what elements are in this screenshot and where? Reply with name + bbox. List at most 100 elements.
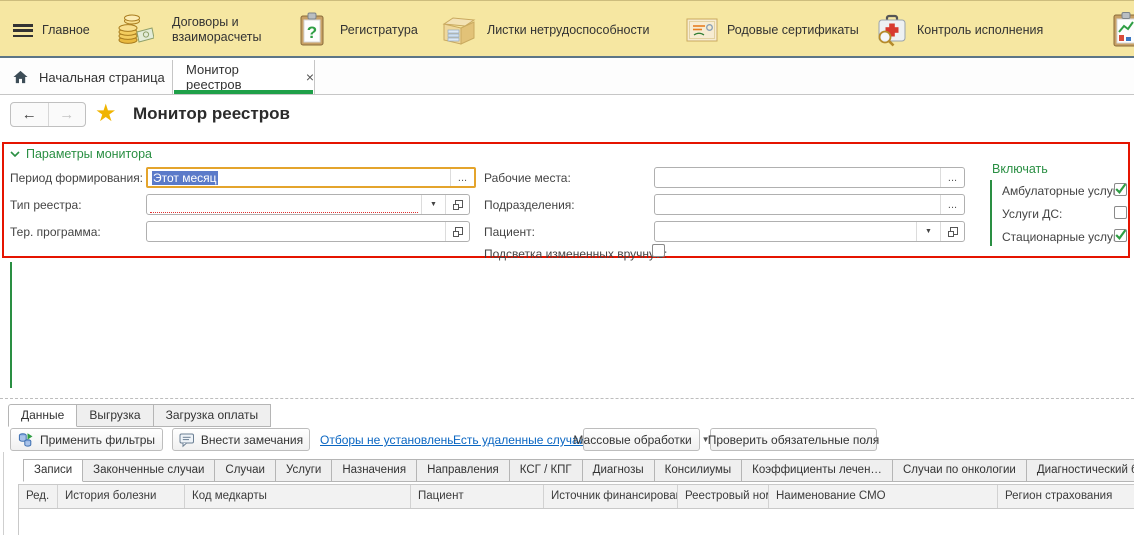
first-aid-control-icon <box>873 11 911 49</box>
monitor-parameters-panel: Параметры монитора Период формирования:Э… <box>2 142 1130 258</box>
include-stationary-services-checkbox[interactable] <box>1114 229 1127 242</box>
include-ds-services-checkbox[interactable] <box>1114 206 1127 219</box>
column-header-6[interactable]: Наименование СМО <box>769 485 998 508</box>
table-header-row: Ред.История болезниКод медкартыПациентИс… <box>18 484 1134 509</box>
mass-processing-button[interactable]: Массовые обработки ▼ <box>583 428 700 451</box>
field-patient-dropdown-button[interactable]: ▼ <box>916 222 940 241</box>
field-workplaces-input[interactable] <box>655 168 940 187</box>
subtab-9[interactable]: Коэффициенты лечен… <box>742 459 893 482</box>
section-execution-control-label: Контроль исполнения <box>917 23 1043 38</box>
subtab-4[interactable]: Назначения <box>332 459 417 482</box>
section-contracts[interactable]: Договоры и взаиморасчеты <box>116 1 292 59</box>
sick-leave-icon <box>440 11 478 49</box>
column-header-7[interactable]: Регион страхования <box>998 485 1134 508</box>
section-main-label: Главное <box>42 23 90 38</box>
workspace-tab-2[interactable]: Загрузка оплаты <box>154 404 272 427</box>
field-patient-label: Пациент: <box>484 225 535 239</box>
field-registry-type-open-button[interactable] <box>445 195 469 214</box>
subtab-6[interactable]: КСГ / КПГ <box>510 459 583 482</box>
field-registry-type-dropdown-button[interactable]: ▼ <box>421 195 445 214</box>
field-ter-program-open-button[interactable] <box>445 222 469 241</box>
section-birth-certificates[interactable]: Родовые сертификаты <box>683 1 859 59</box>
history-nav: ← → <box>10 102 86 127</box>
section-registry-office-label: Регистратура <box>340 23 418 38</box>
main-menu-icon[interactable] <box>13 24 33 38</box>
section-birth-certificates-label: Родовые сертификаты <box>727 23 859 38</box>
include-ambulatory-services-checkbox[interactable] <box>1114 183 1127 196</box>
table-body <box>18 509 1134 535</box>
section-next[interactable] <box>1108 1 1134 59</box>
subtab-11[interactable]: Диагностический блок <box>1027 459 1134 482</box>
subtab-8[interactable]: Консилиумы <box>655 459 743 482</box>
subtab-10[interactable]: Случаи по онкологии <box>893 459 1027 482</box>
include-ambulatory-services-label: Амбулаторные услуги: <box>1002 184 1127 198</box>
field-workplaces-more-button[interactable]: ... <box>940 168 964 187</box>
section-contracts-label: Договоры и взаиморасчеты <box>172 15 292 45</box>
active-tab-indicator <box>174 90 313 94</box>
active-tab-label: Монитор реестров <box>186 62 297 92</box>
field-ter-program <box>146 221 470 242</box>
subtab-7[interactable]: Диагнозы <box>583 459 655 482</box>
field-departments-input[interactable] <box>655 195 940 214</box>
include-group-border <box>990 180 992 246</box>
column-header-5[interactable]: Реестровый ном… <box>678 485 769 508</box>
add-remarks-label: Внести замечания <box>201 433 303 447</box>
check-required-fields-label: Проверить обязательные поля <box>708 433 880 447</box>
subtab-0[interactable]: Записи <box>23 459 83 482</box>
tab-registry-monitor[interactable]: Монитор реестров × <box>172 60 315 94</box>
collapse-chevron-icon <box>10 151 20 157</box>
column-header-0[interactable]: Ред. <box>19 485 58 508</box>
include-group-title: Включать <box>992 162 1048 176</box>
speech-bubble-icon <box>179 432 195 448</box>
field-period-input[interactable]: Этот месяц <box>148 169 450 186</box>
section-registry-office[interactable]: ?Регистратура <box>293 1 418 59</box>
column-header-3[interactable]: Пациент <box>411 485 544 508</box>
field-workplaces-label: Рабочие места: <box>484 171 571 185</box>
forward-button[interactable]: → <box>49 103 86 126</box>
favorite-star-icon[interactable]: ★ <box>95 99 117 128</box>
apply-filters-button[interactable]: Применить фильтры <box>10 428 163 451</box>
panel-splitter[interactable] <box>0 398 1134 399</box>
highlight-manual-label: Подсветка измененных вручную: <box>484 247 667 261</box>
field-patient-input[interactable] <box>655 222 916 241</box>
column-header-4[interactable]: Источник финансирования <box>544 485 678 508</box>
field-patient-open-button[interactable] <box>940 222 964 241</box>
subtab-2[interactable]: Случаи <box>215 459 276 482</box>
column-header-1[interactable]: История болезни <box>58 485 185 508</box>
back-button[interactable]: ← <box>11 103 49 126</box>
deleted-cases-link[interactable]: Есть удаленные случаи <box>453 433 585 447</box>
records-table: Ред.История болезниКод медкартыПациентИс… <box>18 484 1134 535</box>
workspace-tab-0[interactable]: Данные <box>8 404 77 427</box>
subtab-3[interactable]: Услуги <box>276 459 332 482</box>
column-header-2[interactable]: Код медкарты <box>185 485 411 508</box>
home-tab-label: Начальная страница <box>39 70 165 85</box>
workspace-tab-1[interactable]: Выгрузка <box>77 404 153 427</box>
field-period-label: Период формирования: <box>10 171 143 185</box>
highlight-manual-checkbox[interactable] <box>652 244 665 257</box>
field-registry-type-input[interactable] <box>147 195 421 214</box>
parameters-group-left-border <box>10 262 12 388</box>
include-stationary-services-label: Стационарные услуги: <box>1002 230 1127 244</box>
field-period-value: Этот месяц <box>152 171 218 185</box>
field-period: Этот месяц... <box>146 167 476 188</box>
section-main[interactable]: Главное <box>42 1 90 59</box>
page-title: Монитор реестров <box>133 104 290 124</box>
field-workplaces: ... <box>654 167 965 188</box>
subtab-5[interactable]: Направления <box>417 459 510 482</box>
add-remarks-button[interactable]: Внести замечания <box>172 428 310 451</box>
field-departments-more-button[interactable]: ... <box>940 195 964 214</box>
tab-home-page[interactable]: Начальная страница <box>0 60 172 94</box>
sections-panel: Главное Договоры и взаиморасчеты?Регистра… <box>0 0 1134 58</box>
parameters-group-header[interactable]: Параметры монитора <box>10 147 152 161</box>
close-tab-icon[interactable]: × <box>306 70 314 84</box>
filters-not-set-link[interactable]: Отборы не установлены <box>320 433 456 447</box>
field-ter-program-input[interactable] <box>147 222 445 241</box>
field-period-more-button[interactable]: ... <box>450 169 474 186</box>
coins-contracts-icon <box>116 11 154 49</box>
subtab-1[interactable]: Законченные случаи <box>83 459 215 482</box>
section-sick-leave[interactable]: Листки нетрудоспособности <box>440 1 657 59</box>
check-required-fields-button[interactable]: Проверить обязательные поля <box>710 428 877 451</box>
open-windows-tabbar: Начальная страница Монитор реестров × <box>0 60 1134 95</box>
registry-subtabs: ЗаписиЗаконченные случаиСлучаиУслугиНазн… <box>23 459 1134 482</box>
section-execution-control[interactable]: Контроль исполнения <box>873 1 1043 59</box>
